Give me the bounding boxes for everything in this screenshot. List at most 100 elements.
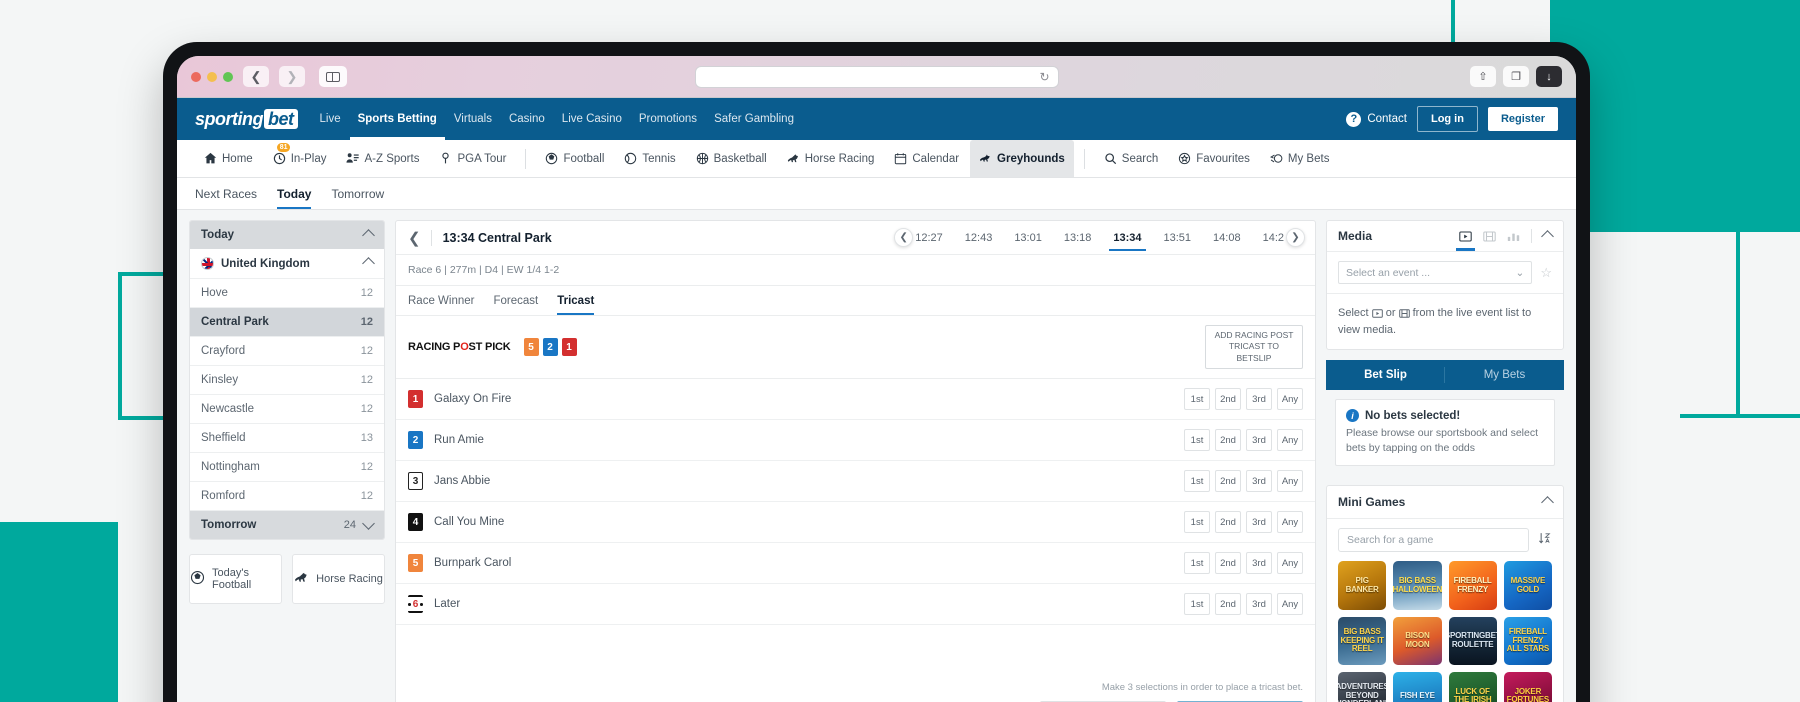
- time-slot-1408[interactable]: 14:08: [1202, 224, 1252, 251]
- sports-nav-search[interactable]: Search: [1095, 140, 1167, 177]
- mini-game-tile[interactable]: MASSIVE GOLD: [1503, 561, 1552, 610]
- browser-sidebar-toggle[interactable]: [319, 66, 347, 87]
- odds-3rd[interactable]: 3rd: [1246, 593, 1272, 616]
- chevron-up-icon[interactable]: [1541, 229, 1554, 243]
- odds-2nd[interactable]: 2nd: [1215, 593, 1241, 616]
- mini-game-tile[interactable]: BIG BASS KEEPING IT REEL: [1338, 616, 1387, 665]
- contact-link[interactable]: ? Contact: [1346, 111, 1407, 127]
- quick-link-todays-football[interactable]: Today's Football: [189, 554, 282, 604]
- mini-game-tile[interactable]: SPORTINGBET ROULETTE: [1448, 616, 1497, 665]
- search-input[interactable]: Search for a game: [1338, 528, 1529, 553]
- market-tab-forecast[interactable]: Forecast: [493, 286, 538, 315]
- odds-any[interactable]: Any: [1277, 511, 1303, 534]
- odds-2nd[interactable]: 2nd: [1215, 470, 1241, 493]
- window-traffic-lights[interactable]: [191, 71, 233, 82]
- chevron-left-icon[interactable]: ❮: [408, 229, 431, 247]
- sports-nav-calendar[interactable]: Calendar: [885, 140, 968, 177]
- sportingbet-logo[interactable]: sporting bet: [195, 108, 298, 130]
- odds-3rd[interactable]: 3rd: [1246, 511, 1272, 534]
- register-button[interactable]: Register: [1487, 107, 1558, 131]
- sidebar-tomorrow-header[interactable]: Tomorrow 24: [190, 511, 384, 539]
- share-icon[interactable]: ⇧: [1470, 66, 1496, 87]
- odds-2nd[interactable]: 2nd: [1215, 511, 1241, 534]
- odds-any[interactable]: Any: [1277, 429, 1303, 452]
- downloads-icon[interactable]: ↓: [1536, 66, 1562, 87]
- time-slot-1301[interactable]: 13:01: [1003, 224, 1053, 251]
- odds-any[interactable]: Any: [1277, 470, 1303, 493]
- mini-game-tile[interactable]: LUCK OF THE IRISH: [1448, 671, 1497, 702]
- odds-any[interactable]: Any: [1277, 552, 1303, 575]
- chevron-up-icon[interactable]: [1541, 496, 1554, 509]
- tab-my-bets[interactable]: My Bets: [1445, 360, 1564, 390]
- time-slot-1334[interactable]: 13:34: [1102, 224, 1152, 251]
- table-row[interactable]: 5 Burnpark Carol 1st 2nd 3rd Any: [396, 543, 1315, 585]
- minimize-window-dot[interactable]: [207, 71, 217, 82]
- table-row[interactable]: 3 Jans Abbie 1st 2nd 3rd Any: [396, 461, 1315, 503]
- odds-2nd[interactable]: 2nd: [1215, 429, 1241, 452]
- star-outline-icon[interactable]: ☆: [1540, 265, 1552, 281]
- mini-game-tile[interactable]: PIG BANKER: [1338, 561, 1387, 610]
- nav-virtuals[interactable]: Virtuals: [454, 98, 492, 140]
- nav-promotions[interactable]: Promotions: [639, 98, 697, 140]
- sidebar-country-united-kingdom[interactable]: United Kingdom: [190, 249, 384, 279]
- add-racing-post-tricast-button[interactable]: ADD RACING POST TRICAST TO BETSLIP: [1205, 325, 1303, 370]
- sports-nav-pga-tour[interactable]: PGA Tour: [430, 140, 515, 177]
- odds-1st[interactable]: 1st: [1184, 388, 1210, 411]
- sports-nav-basketball[interactable]: Basketball: [687, 140, 776, 177]
- scoreboard-icon[interactable]: [1483, 231, 1496, 242]
- odds-1st[interactable]: 1st: [1184, 511, 1210, 534]
- sidebar-item-newcastle[interactable]: Newcastle 12: [190, 395, 384, 424]
- browser-address-bar[interactable]: ↻: [694, 65, 1059, 88]
- media-event-select[interactable]: Select an event ... ⌄: [1338, 261, 1533, 284]
- maximize-window-dot[interactable]: [223, 71, 233, 82]
- mini-game-tile[interactable]: BIG BASS HALLOWEEN: [1393, 561, 1442, 610]
- table-row[interactable]: 1 Galaxy On Fire 1st 2nd 3rd Any: [396, 379, 1315, 421]
- nav-sports-betting[interactable]: Sports Betting: [349, 98, 446, 140]
- market-tab-race-winner[interactable]: Race Winner: [408, 286, 474, 315]
- sports-nav-my-bets[interactable]: My Bets: [1261, 140, 1339, 177]
- time-slot-1243[interactable]: 12:43: [954, 224, 1004, 251]
- sidebar-today-header[interactable]: Today: [190, 221, 384, 249]
- odds-any[interactable]: Any: [1277, 593, 1303, 616]
- table-row[interactable]: 6 Later 1st 2nd 3rd Any: [396, 584, 1315, 626]
- odds-1st[interactable]: 1st: [1184, 470, 1210, 493]
- sidebar-item-crayford[interactable]: Crayford 12: [190, 337, 384, 366]
- sidebar-item-romford[interactable]: Romford 12: [190, 482, 384, 511]
- sports-nav-az-sports[interactable]: A-Z Sports: [337, 140, 428, 177]
- odds-3rd[interactable]: 3rd: [1246, 388, 1272, 411]
- nav-live-casino[interactable]: Live Casino: [562, 98, 622, 140]
- tab-today[interactable]: Today: [277, 178, 312, 209]
- browser-back-button[interactable]: ❮: [243, 66, 269, 87]
- sports-nav-home[interactable]: Home: [195, 140, 262, 177]
- sports-nav-inplay[interactable]: 81 In-Play: [264, 140, 336, 177]
- sports-nav-tennis[interactable]: Tennis: [615, 140, 684, 177]
- sidebar-item-sheffield[interactable]: Sheffield 13: [190, 424, 384, 453]
- nav-safer-gambling[interactable]: Safer Gambling: [714, 98, 794, 140]
- odds-any[interactable]: Any: [1277, 388, 1303, 411]
- market-tab-tricast[interactable]: Tricast: [557, 286, 595, 315]
- sidebar-item-hove[interactable]: Hove 12: [190, 279, 384, 308]
- sports-nav-horse-racing[interactable]: Horse Racing: [778, 140, 884, 177]
- nav-live[interactable]: Live: [320, 98, 341, 140]
- sports-nav-football[interactable]: Football: [536, 140, 613, 177]
- browser-forward-button[interactable]: ❯: [279, 66, 305, 87]
- odds-3rd[interactable]: 3rd: [1246, 552, 1272, 575]
- sidebar-item-kinsley[interactable]: Kinsley 12: [190, 366, 384, 395]
- table-row[interactable]: 2 Run Amie 1st 2nd 3rd Any: [396, 420, 1315, 462]
- odds-2nd[interactable]: 2nd: [1215, 552, 1241, 575]
- odds-1st[interactable]: 1st: [1184, 429, 1210, 452]
- tab-next-races[interactable]: Next Races: [195, 178, 257, 209]
- odds-3rd[interactable]: 3rd: [1246, 429, 1272, 452]
- mini-game-tile[interactable]: FIREBALL FRENZY ALL STARS: [1503, 616, 1552, 665]
- odds-1st[interactable]: 1st: [1184, 552, 1210, 575]
- login-button[interactable]: Log in: [1416, 106, 1478, 132]
- sort-az-icon[interactable]: [1538, 531, 1552, 550]
- sidebar-item-nottingham[interactable]: Nottingham 12: [190, 453, 384, 482]
- mini-game-tile[interactable]: FISH EYE: [1393, 671, 1442, 702]
- nav-casino[interactable]: Casino: [509, 98, 545, 140]
- tabs-overview-icon[interactable]: ❐: [1503, 66, 1529, 87]
- odds-2nd[interactable]: 2nd: [1215, 388, 1241, 411]
- tab-bet-slip[interactable]: Bet Slip: [1326, 360, 1445, 390]
- odds-3rd[interactable]: 3rd: [1246, 470, 1272, 493]
- tab-tomorrow[interactable]: Tomorrow: [331, 178, 384, 209]
